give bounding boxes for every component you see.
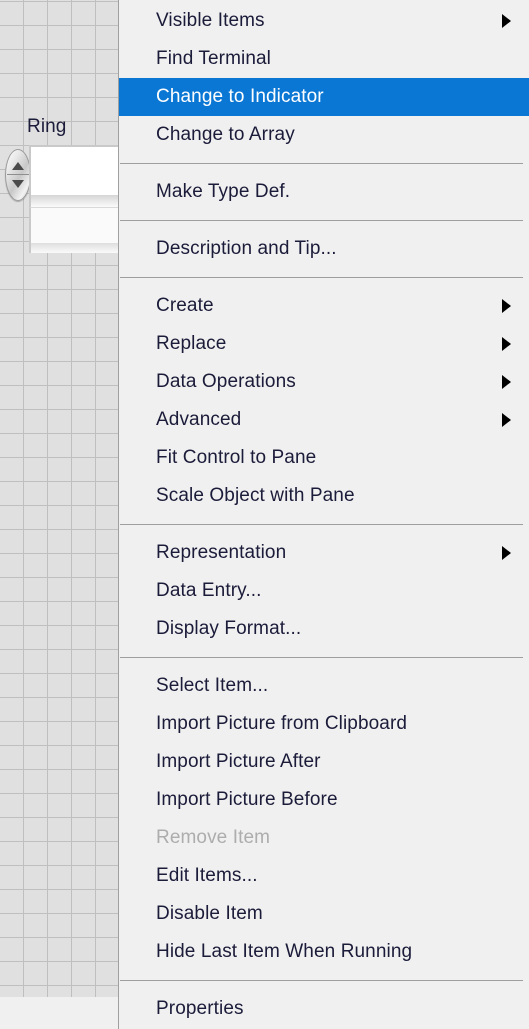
menu-item-edit-items[interactable]: Edit Items...	[119, 857, 529, 895]
menu-item-data-operations[interactable]: Data Operations	[119, 363, 529, 401]
triangle-right-icon	[502, 14, 511, 28]
ring-box-shadow-lower	[29, 243, 124, 253]
menu-section: Create Replace Data Operations Advanced Fit …	[119, 287, 529, 515]
ring-value-field[interactable]	[29, 145, 124, 195]
menu-separator	[120, 220, 523, 221]
menu-item-description-and-tip[interactable]: Description and Tip...	[119, 230, 529, 268]
menu-item-display-format[interactable]: Display Format...	[119, 610, 529, 648]
triangle-right-icon	[502, 375, 511, 389]
menu-item-change-to-indicator[interactable]: Change to Indicator	[119, 78, 529, 116]
menu-separator	[120, 657, 523, 658]
ring-box-shadow	[29, 195, 124, 207]
menu-section: Description and Tip...	[119, 230, 529, 268]
menu-item-disable-item[interactable]: Disable Item	[119, 895, 529, 933]
menu-item-remove-item: Remove Item	[156, 827, 271, 848]
ring-spinner[interactable]	[5, 149, 31, 201]
menu-separator	[120, 163, 523, 164]
menu-item-data-entry[interactable]: Data Entry...	[119, 572, 529, 610]
triangle-right-icon	[502, 299, 511, 313]
menu-item-properties[interactable]: Properties	[119, 990, 529, 1028]
triangle-right-icon	[502, 546, 511, 560]
screen-root: Ring Visible Items Find Terminal Change to…	[0, 0, 529, 1029]
menu-item-import-picture-after[interactable]: Import Picture After	[119, 743, 529, 781]
menu-item-find-terminal[interactable]: Find Terminal	[119, 40, 529, 78]
menu-item-select-item[interactable]: Select Item...	[119, 667, 529, 705]
triangle-down-icon[interactable]	[12, 180, 24, 188]
menu-item-replace[interactable]: Replace	[119, 325, 529, 363]
menu-item-import-picture-from-clipboard[interactable]: Import Picture from Clipboard	[119, 705, 529, 743]
context-menu[interactable]: Visible Items Find Terminal Change to Indi…	[118, 0, 529, 1029]
triangle-right-icon	[502, 337, 511, 351]
menu-item-visible-items[interactable]: Visible Items	[119, 2, 529, 40]
menu-item-import-picture-before[interactable]: Import Picture Before	[119, 781, 529, 819]
menu-item-fit-control-to-pane[interactable]: Fit Control to Pane	[119, 439, 529, 477]
menu-separator	[120, 980, 523, 981]
menu-item-change-to-array[interactable]: Change to Array	[119, 116, 529, 154]
menu-item-advanced[interactable]: Advanced	[119, 401, 529, 439]
spinner-divider	[7, 174, 29, 175]
menu-section: Make Type Def.	[119, 173, 529, 211]
menu-item-scale-object-with-pane[interactable]: Scale Object with Pane	[119, 477, 529, 515]
menu-section: Select Item... Import Picture from Clipbo…	[119, 667, 529, 971]
menu-item-make-type-def[interactable]: Make Type Def.	[119, 173, 529, 211]
menu-section: Visible Items Find Terminal Change to Indi…	[119, 2, 529, 154]
menu-item-hide-last-item-when-running[interactable]: Hide Last Item When Running	[119, 933, 529, 971]
menu-section: Representation Data Entry... Display Forma…	[119, 534, 529, 648]
menu-section: Properties	[119, 990, 529, 1028]
triangle-up-icon[interactable]	[12, 162, 24, 170]
menu-item-create[interactable]: Create	[119, 287, 529, 325]
triangle-right-icon	[502, 413, 511, 427]
menu-separator	[120, 524, 523, 525]
ring-control-label: Ring	[27, 116, 67, 137]
menu-item-representation[interactable]: Representation	[119, 534, 529, 572]
ring-secondary-field[interactable]	[29, 207, 124, 243]
front-panel-lower-area	[0, 997, 119, 1029]
ring-control[interactable]	[5, 145, 124, 255]
menu-separator	[120, 277, 523, 278]
